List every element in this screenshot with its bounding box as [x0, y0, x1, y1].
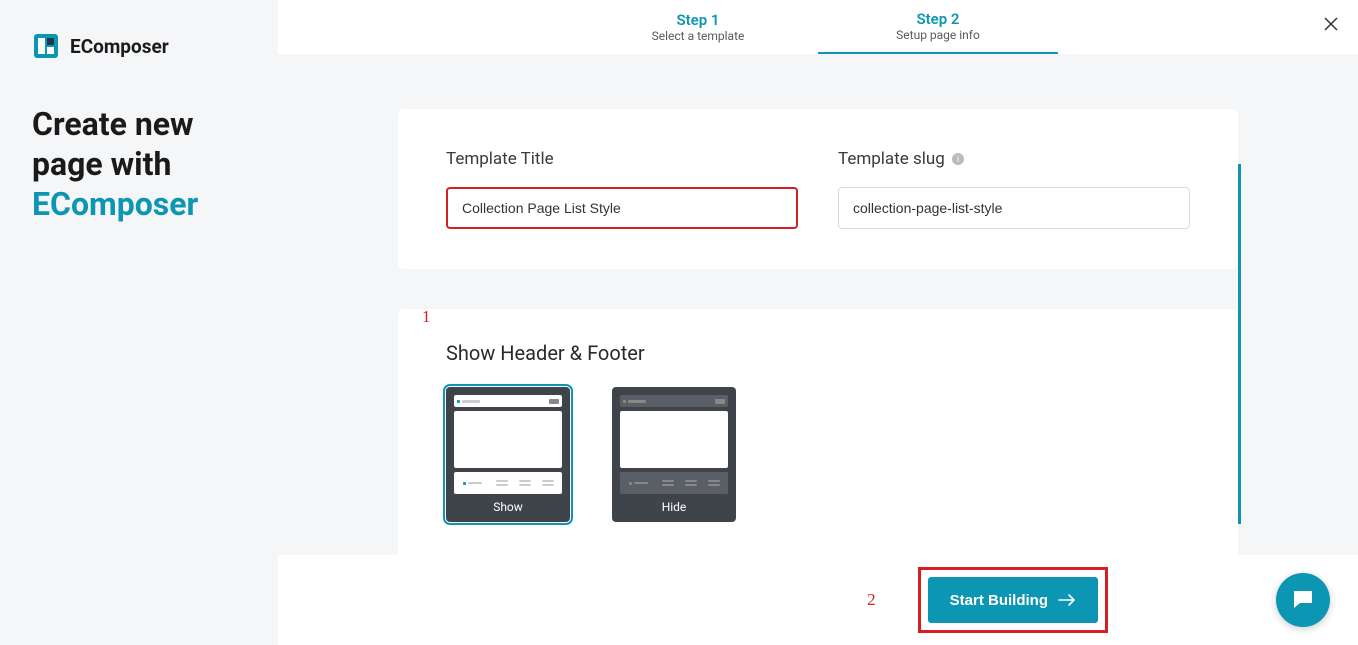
sidebar-title: Create new page with EComposer — [32, 104, 246, 224]
step-2-title: Step 2 — [916, 10, 959, 28]
template-info-card: Template Title Template slug i — [398, 109, 1238, 269]
preview-body — [620, 411, 728, 468]
scroll-wrap: 1 Template Title Template slug i — [398, 109, 1238, 609]
chat-fab[interactable] — [1276, 573, 1330, 627]
option-show[interactable]: Show — [446, 387, 570, 522]
scroll-indicator[interactable] — [1238, 164, 1241, 524]
logo-text: EComposer — [70, 35, 169, 58]
start-building-highlight: Start Building — [918, 567, 1108, 633]
template-title-col: Template Title — [446, 149, 798, 229]
preview-footer-hide — [620, 472, 728, 494]
annotation-1: 1 — [422, 307, 431, 327]
option-hide-label: Hide — [620, 500, 728, 514]
template-slug-input[interactable] — [838, 187, 1190, 229]
step-1-title: Step 1 — [676, 11, 719, 29]
start-building-label: Start Building — [950, 592, 1048, 609]
show-hf-title: Show Header & Footer — [446, 341, 1190, 365]
main: Step 1 Select a template Step 2 Setup pa… — [278, 0, 1358, 645]
arrow-right-icon — [1058, 593, 1076, 607]
step-2-tab[interactable]: Step 2 Setup page info — [818, 0, 1058, 54]
title-line-2: page with — [32, 145, 171, 183]
close-icon — [1322, 15, 1340, 33]
footer-bar: 2 Start Building — [278, 555, 1358, 645]
template-title-input[interactable] — [446, 187, 798, 229]
step-1-sub: Select a template — [652, 29, 745, 43]
preview-footer-show — [454, 472, 562, 494]
close-button[interactable] — [1322, 15, 1340, 37]
preview-header-hide — [620, 395, 728, 407]
template-title-label: Template Title — [446, 149, 554, 169]
preview-header-show — [454, 395, 562, 407]
template-slug-label: Template slug — [838, 149, 945, 169]
option-hide[interactable]: Hide — [612, 387, 736, 522]
sidebar: EComposer Create new page with EComposer — [0, 0, 278, 645]
steps-bar: Step 1 Select a template Step 2 Setup pa… — [278, 0, 1358, 54]
preview-show — [454, 395, 562, 494]
title-line-1: Create new — [32, 105, 194, 143]
step-2-sub: Setup page info — [896, 28, 980, 42]
logo: EComposer — [32, 32, 246, 60]
annotation-2: 2 — [867, 590, 876, 610]
show-header-footer-card: Show Header & Footer — [398, 309, 1238, 562]
info-icon[interactable]: i — [951, 152, 965, 166]
preview-body — [454, 411, 562, 468]
start-building-button[interactable]: Start Building — [928, 577, 1098, 623]
option-show-label: Show — [454, 500, 562, 514]
step-1-tab[interactable]: Step 1 Select a template — [578, 0, 818, 54]
preview-hide — [620, 395, 728, 494]
title-line-3: EComposer — [32, 185, 198, 223]
ecomposer-logo-icon — [32, 32, 60, 60]
template-slug-col: Template slug i — [838, 149, 1190, 229]
chat-icon — [1290, 587, 1316, 613]
svg-text:i: i — [957, 154, 959, 164]
